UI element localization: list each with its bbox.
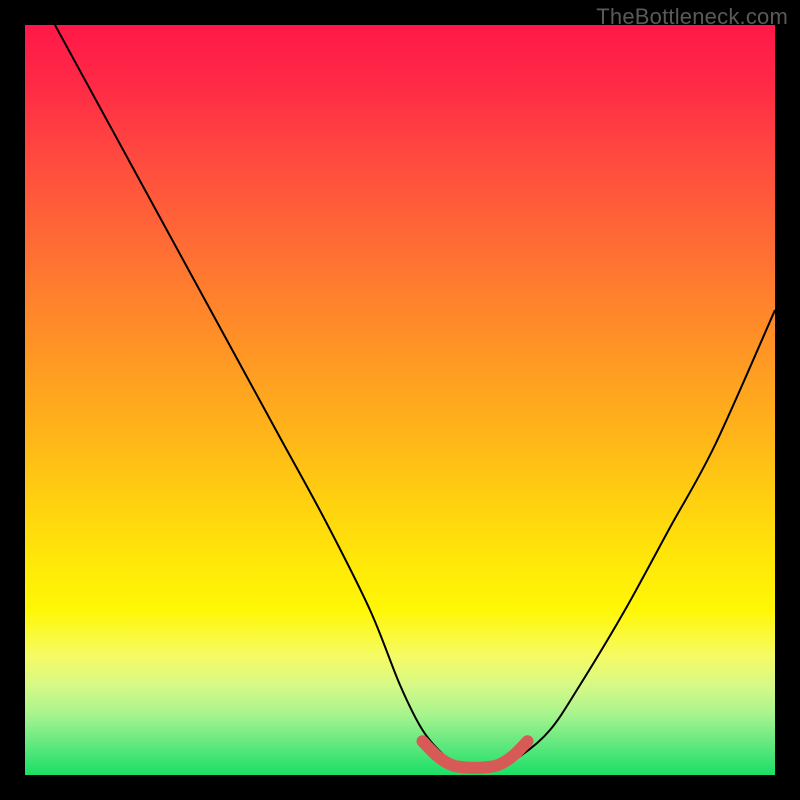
bottleneck-curve [55,25,775,768]
curve-svg [25,25,775,775]
plot-area [25,25,775,775]
chart-frame: TheBottleneck.com [0,0,800,800]
watermark-text: TheBottleneck.com [596,4,788,30]
tolerance-band [423,741,528,768]
